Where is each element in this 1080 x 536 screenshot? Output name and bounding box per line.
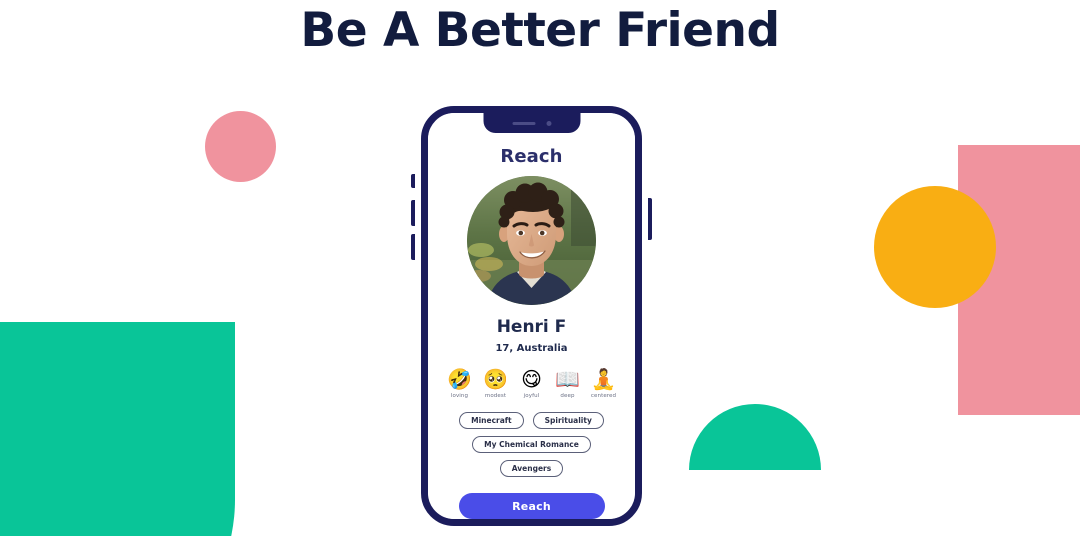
trait-label: deep (560, 393, 575, 399)
trait-item: 📖 deep (555, 368, 581, 399)
trait-label: centered (590, 393, 617, 399)
trait-item: 😋 joyful (519, 368, 545, 399)
phone-power-button[interactable] (648, 198, 652, 240)
pink-circle-decoration-left (205, 111, 276, 182)
orange-circle-decoration-right (874, 186, 996, 308)
tag-pill[interactable]: Avengers (499, 460, 564, 477)
trait-item: 🧘 centered (591, 368, 617, 399)
traits-row: 🤣 loving 🥺 modest 😋 joyful 📖 deep 🧘 cent… (447, 368, 617, 399)
phone-notch (483, 113, 580, 133)
face-savoring-food-emoji: 😋 (521, 367, 542, 391)
phone-screen: Reach Henri F 17, Australia 🤣 loving 🥺 m… (428, 113, 635, 519)
phone-mockup: Reach Henri F 17, Australia 🤣 loving 🥺 m… (411, 106, 652, 526)
pleading-face-emoji: 🥺 (483, 367, 508, 391)
rolling-on-floor-laughing-emoji: 🤣 (447, 367, 472, 391)
speaker-bar-icon (512, 121, 535, 125)
app-title: Reach (500, 146, 563, 167)
green-half-circle-decoration-left (0, 322, 235, 536)
open-book-emoji: 📖 (555, 367, 580, 391)
green-dome-decoration-center (689, 404, 821, 470)
profile-photo-illustration (467, 176, 596, 305)
phone-mute-switch[interactable] (411, 174, 415, 188)
camera-dot-icon (546, 120, 551, 126)
phone-volume-down-button[interactable] (411, 234, 415, 260)
tag-pill[interactable]: Spirituality (532, 412, 604, 429)
tag-pill[interactable]: My Chemical Romance (472, 436, 591, 453)
profile-name: Henri F (496, 317, 567, 337)
trait-label: modest (484, 393, 507, 399)
page-title: Be A Better Friend (300, 3, 780, 58)
avatar (467, 176, 596, 305)
reach-button[interactable]: Reach (458, 493, 605, 519)
trait-label: loving (450, 393, 469, 399)
trait-item: 🥺 modest (483, 368, 509, 399)
profile-meta: 17, Australia (495, 343, 568, 354)
trait-label: joyful (523, 393, 540, 399)
page-root: Be A Better Friend Reach Henri F 17, Aus… (0, 0, 1080, 536)
trait-item: 🤣 loving (447, 368, 473, 399)
phone-volume-up-button[interactable] (411, 200, 415, 226)
interest-tags: Minecraft Spirituality My Chemical Roman… (443, 412, 621, 477)
person-in-lotus-position-emoji: 🧘 (591, 367, 616, 391)
tag-pill[interactable]: Minecraft (459, 412, 524, 429)
